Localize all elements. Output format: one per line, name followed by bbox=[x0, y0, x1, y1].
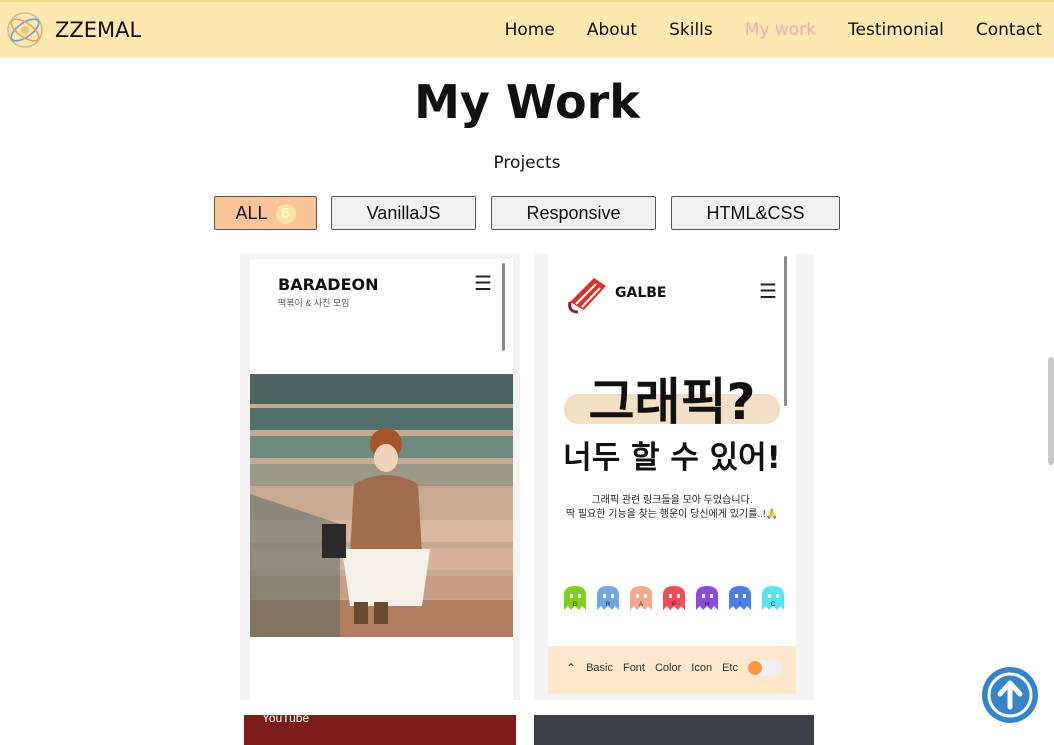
filter-vanillajs-button[interactable]: VanillaJS bbox=[331, 196, 476, 230]
project-card-dark[interactable] bbox=[534, 715, 814, 745]
page-title: My Work bbox=[414, 75, 640, 129]
project-preview: BARADEON 떡볶이 & 사진 모임 ☰ bbox=[250, 259, 513, 700]
bottom-nav-icon: Icon bbox=[691, 662, 713, 674]
nav-link-testimonial[interactable]: Testimonial bbox=[816, 20, 944, 40]
toggle-knob bbox=[747, 661, 762, 675]
ghost-letter: R bbox=[606, 602, 611, 608]
project-subtitle: 떡볶이 & 사진 모임 bbox=[278, 298, 350, 308]
hero-subheading: 너두 할 수 있어! bbox=[563, 440, 781, 476]
filter-all-label: ALL bbox=[235, 203, 268, 223]
hamburger-icon: ☰ bbox=[474, 273, 492, 295]
arrow-up-circle-icon bbox=[984, 669, 1036, 721]
ghost-icon: I bbox=[729, 586, 751, 610]
scrollbar-thumb bbox=[502, 263, 505, 351]
bottom-nav-font: Font bbox=[622, 662, 645, 674]
project-count-badge: 6 bbox=[275, 204, 296, 224]
nav-menu: Home About Skills My work Testimonial Co… bbox=[473, 20, 1042, 40]
nav-link-about[interactable]: About bbox=[555, 20, 637, 40]
ghost-letter: G bbox=[573, 602, 578, 608]
hamburger-icon: ☰ bbox=[759, 281, 777, 303]
bottom-nav-color: Color bbox=[654, 662, 682, 674]
bottom-nav-etc: Etc bbox=[722, 662, 738, 674]
youtube-logo-text: YouTube bbox=[262, 711, 310, 725]
nav-link-contact[interactable]: Contact bbox=[944, 20, 1042, 40]
project-card-youtube[interactable]: YouTube bbox=[244, 711, 516, 745]
project-title: BARADEON bbox=[278, 275, 379, 294]
bottom-nav-bar: ⌃ Basic Font Color Icon Etc bbox=[548, 646, 796, 694]
page-scrollbar-thumb[interactable] bbox=[1048, 357, 1054, 465]
ghost-letter: A bbox=[639, 602, 643, 608]
ghost-icon: G bbox=[564, 586, 586, 610]
nav-link-my-work[interactable]: My work bbox=[713, 20, 816, 40]
brand-name: GALBE bbox=[615, 285, 667, 301]
bottom-nav-basic: Basic bbox=[586, 662, 613, 674]
ghost-row: GRAPHIC bbox=[562, 584, 786, 610]
theme-toggle bbox=[747, 660, 782, 676]
brand-name[interactable]: ZZEMAL bbox=[55, 18, 141, 42]
project-card-galbe[interactable]: GALBE ☰ 그래픽? 너두 할 수 있어! 그래픽 관련 링크들을 모아 두… bbox=[534, 254, 814, 700]
ghost-letter: C bbox=[771, 602, 776, 608]
chevron-up-icon: ⌃ bbox=[566, 661, 577, 675]
ghost-letter: H bbox=[705, 602, 709, 608]
hero-heading: 그래픽? bbox=[588, 373, 756, 431]
photo-image bbox=[250, 374, 513, 637]
filter-htmlcss-button[interactable]: HTML&CSS bbox=[671, 196, 840, 230]
galbe-logo-icon bbox=[568, 278, 606, 314]
hero-description-line1: 그래픽 관련 링크들을 모아 두었습니다. bbox=[591, 495, 753, 506]
ghost-letter: P bbox=[672, 602, 676, 608]
section-subtitle: Projects bbox=[493, 153, 561, 173]
scroll-top-button[interactable] bbox=[982, 667, 1038, 723]
navbar: ZZEMAL Home About Skills My work Testimo… bbox=[0, 0, 1054, 58]
ghost-icon: H bbox=[696, 586, 718, 610]
ghost-icon: C bbox=[762, 586, 784, 610]
nav-link-skills[interactable]: Skills bbox=[637, 20, 713, 40]
hero-description-line2: 딱 필요한 기능을 찾는 행운이 당신에게 있기를..!🙏 bbox=[565, 509, 779, 520]
nav-link-home[interactable]: Home bbox=[473, 20, 555, 40]
globe-logo-icon[interactable] bbox=[6, 11, 44, 49]
ghost-icon: A bbox=[630, 586, 652, 610]
ghost-icon: P bbox=[663, 586, 685, 610]
filter-responsive-button[interactable]: Responsive bbox=[491, 196, 656, 230]
project-preview: GALBE ☰ 그래픽? 너두 할 수 있어! 그래픽 관련 링크들을 모아 두… bbox=[548, 254, 796, 694]
filter-all-button[interactable]: ALL 6 bbox=[214, 196, 317, 230]
ghost-icon: R bbox=[597, 586, 619, 610]
project-card-baradeon[interactable]: BARADEON 떡볶이 & 사진 모임 ☰ bbox=[240, 254, 520, 700]
